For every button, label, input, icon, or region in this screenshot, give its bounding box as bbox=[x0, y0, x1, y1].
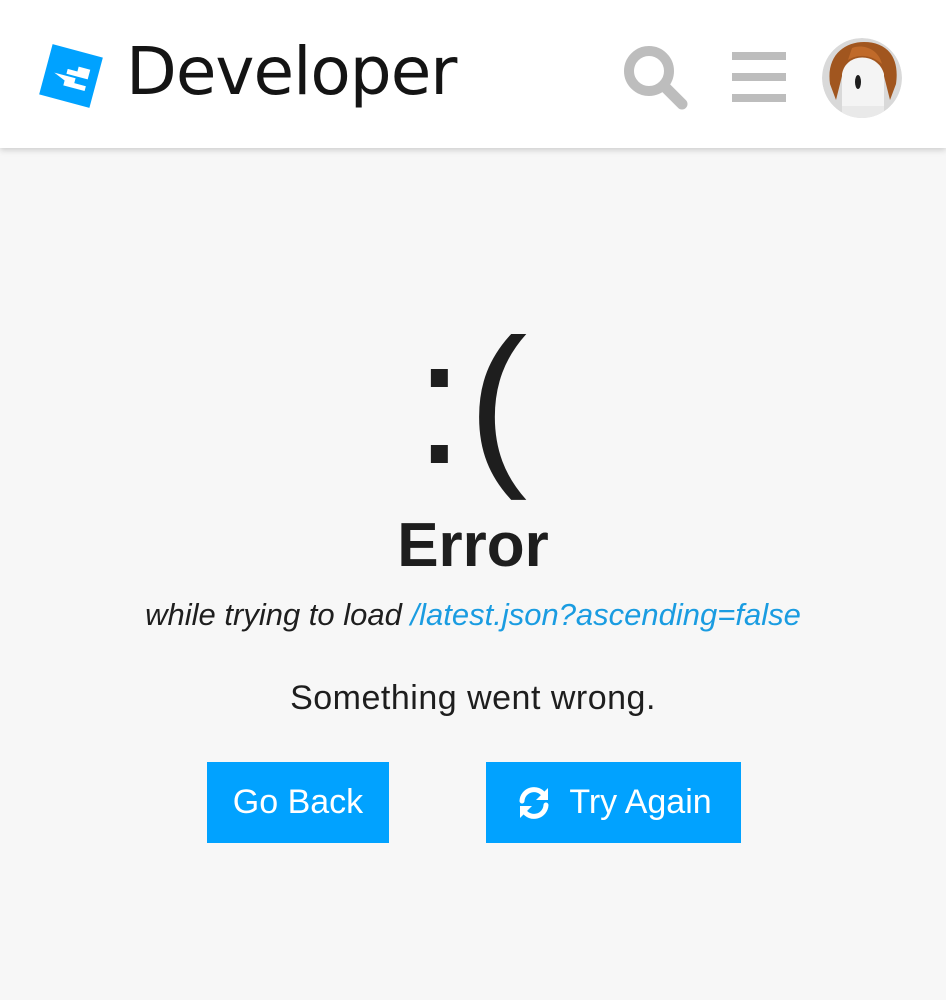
error-message: Something went wrong. bbox=[290, 679, 656, 717]
refresh-icon bbox=[519, 786, 549, 819]
error-title: Error bbox=[397, 511, 549, 580]
error-subtitle-prefix: while trying to load bbox=[145, 597, 402, 632]
go-back-label: Go Back bbox=[232, 783, 364, 821]
sad-face-glyph: :( bbox=[414, 302, 532, 501]
go-back-button[interactable]: Go Back bbox=[207, 762, 389, 843]
try-again-button[interactable]: Try Again bbox=[486, 762, 741, 843]
roblox-logo-icon bbox=[39, 44, 103, 108]
search-icon bbox=[624, 46, 688, 110]
user-avatar[interactable] bbox=[822, 38, 902, 118]
error-path-link[interactable]: /latest.json?ascending=false bbox=[411, 597, 801, 632]
brand-title: Developer bbox=[126, 33, 457, 110]
try-again-label: Try Again bbox=[569, 783, 712, 821]
hamburger-menu-icon bbox=[732, 52, 786, 102]
avatar-image bbox=[822, 38, 902, 118]
error-page: :( Error while trying to load /latest.js… bbox=[0, 148, 946, 1000]
home-link[interactable]: Developer bbox=[38, 33, 457, 118]
top-navigation-bar: Developer bbox=[0, 0, 946, 148]
search-button[interactable] bbox=[618, 40, 692, 114]
menu-button[interactable] bbox=[726, 44, 792, 110]
error-subtitle: while trying to load /latest.json?ascend… bbox=[0, 596, 946, 633]
